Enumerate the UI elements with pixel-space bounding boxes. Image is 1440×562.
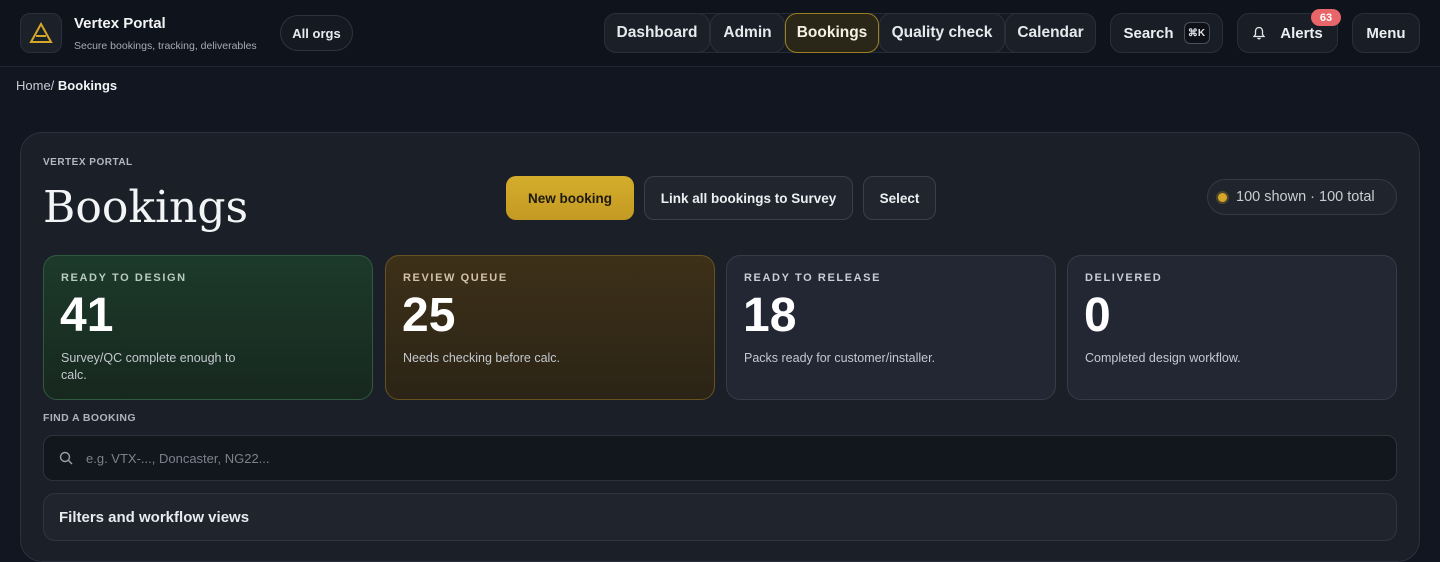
search-button-label: Search: [1123, 24, 1174, 42]
nav-dashboard[interactable]: Dashboard: [604, 13, 710, 53]
alerts-label: Alerts: [1280, 24, 1323, 42]
brand-title: Vertex Portal: [74, 15, 166, 32]
card-value: 18: [743, 289, 797, 342]
org-selector[interactable]: All orgs: [280, 15, 353, 51]
results-count: 100 shown · 100 total: [1207, 179, 1397, 215]
page-eyebrow: VERTEX PORTAL: [43, 157, 133, 168]
card-label: DELIVERED: [1085, 272, 1163, 284]
card-description: Packs ready for customer/installer.: [744, 351, 936, 365]
results-count-text: 100 shown · 100 total: [1236, 189, 1375, 205]
card-label: READY TO RELEASE: [744, 272, 882, 284]
search-input[interactable]: [86, 436, 1376, 480]
alerts-count-badge: 63: [1311, 9, 1341, 26]
search-icon: [59, 451, 73, 465]
card-description: Completed design workflow.: [1085, 351, 1241, 365]
card-label: READY TO DESIGN: [61, 272, 187, 284]
card-ready-to-design[interactable]: READY TO DESIGN 41 Survey/QC complete en…: [43, 255, 373, 400]
breadcrumb-home[interactable]: Home/: [16, 78, 54, 93]
card-ready-to-release[interactable]: READY TO RELEASE 18 Packs ready for cust…: [726, 255, 1056, 400]
card-review-queue[interactable]: REVIEW QUEUE 25 Needs checking before ca…: [385, 255, 715, 400]
search-field[interactable]: [43, 435, 1397, 481]
search-button[interactable]: Search ⌘K: [1110, 13, 1223, 53]
breadcrumb: Home/ Bookings: [16, 78, 117, 93]
filters-toggle[interactable]: Filters and workflow views: [43, 493, 1397, 541]
bell-icon: [1252, 26, 1266, 40]
card-delivered[interactable]: DELIVERED 0 Completed design workflow.: [1067, 255, 1397, 400]
status-dot: [1218, 192, 1227, 202]
search-label: FIND A BOOKING: [43, 412, 136, 424]
card-value: 0: [1084, 289, 1111, 342]
logo-icon: [29, 22, 53, 43]
card-description: Survey/QC complete enough to calc.: [61, 351, 236, 382]
logo[interactable]: [20, 13, 62, 53]
nav-calendar[interactable]: Calendar: [1005, 13, 1096, 53]
nav-admin[interactable]: Admin: [710, 13, 785, 53]
link-all-bookings-button[interactable]: Link all bookings to Survey: [644, 176, 853, 220]
select-button[interactable]: Select: [863, 176, 936, 220]
menu-button[interactable]: Menu: [1352, 13, 1420, 53]
nav-quality-check[interactable]: Quality check: [879, 13, 1005, 53]
card-value: 25: [402, 289, 456, 342]
brand-subtitle: Secure bookings, tracking, deliverables: [74, 40, 257, 52]
search-shortcut: ⌘K: [1183, 22, 1210, 44]
nav-bookings[interactable]: Bookings: [785, 13, 879, 53]
card-label: REVIEW QUEUE: [403, 272, 508, 284]
page-title: Bookings: [43, 182, 249, 233]
new-booking-button[interactable]: New booking: [506, 176, 634, 220]
top-bar: Vertex Portal Secure bookings, tracking,…: [0, 0, 1440, 67]
card-value: 41: [60, 289, 114, 342]
breadcrumb-current: Bookings: [57, 78, 118, 93]
card-description: Needs checking before calc.: [403, 351, 561, 365]
